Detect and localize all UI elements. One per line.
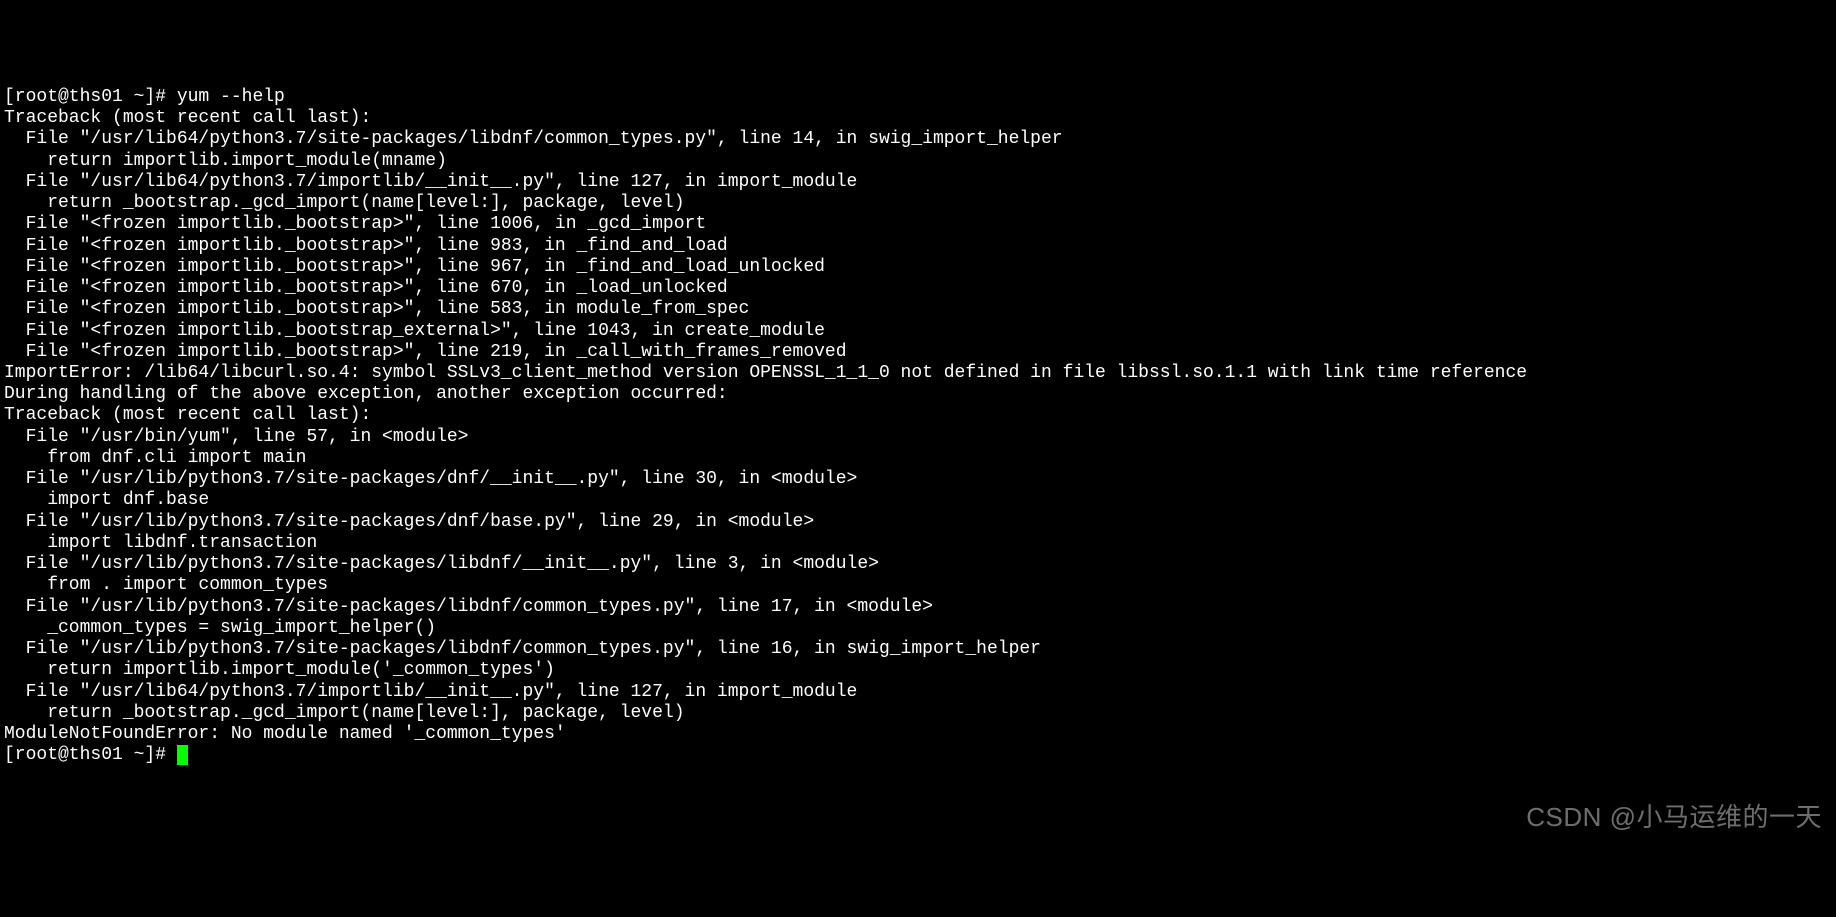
terminal-line: return importlib.import_module(mname) bbox=[4, 151, 1832, 172]
terminal-line: During handling of the above exception, … bbox=[4, 384, 1832, 405]
terminal-line: ImportError: /lib64/libcurl.so.4: symbol… bbox=[4, 363, 1832, 384]
terminal-line: return _bootstrap._gcd_import(name[level… bbox=[4, 703, 1832, 724]
terminal-line: return _bootstrap._gcd_import(name[level… bbox=[4, 193, 1832, 214]
terminal-line: File "<frozen importlib._bootstrap>", li… bbox=[4, 257, 1832, 278]
terminal-line: File "<frozen importlib._bootstrap>", li… bbox=[4, 299, 1832, 320]
terminal-line: File "<frozen importlib._bootstrap>", li… bbox=[4, 278, 1832, 299]
terminal-line: File "<frozen importlib._bootstrap>", li… bbox=[4, 214, 1832, 235]
terminal-line: File "/usr/lib/python3.7/site-packages/l… bbox=[4, 554, 1832, 575]
terminal-line: import dnf.base bbox=[4, 490, 1832, 511]
prompt-text: [root@ths01 ~]# bbox=[4, 745, 177, 765]
terminal-line: import libdnf.transaction bbox=[4, 533, 1832, 554]
terminal-line: ModuleNotFoundError: No module named '_c… bbox=[4, 724, 1832, 745]
terminal-line: [root@ths01 ~]# yum --help bbox=[4, 87, 1832, 108]
terminal-line: File "<frozen importlib._bootstrap>", li… bbox=[4, 236, 1832, 257]
watermark-text: CSDN @小马运维的一天 bbox=[1526, 802, 1822, 833]
terminal-line: File "/usr/lib64/python3.7/site-packages… bbox=[4, 129, 1832, 150]
terminal-line: File "/usr/lib/python3.7/site-packages/d… bbox=[4, 512, 1832, 533]
terminal-line: File "/usr/lib/python3.7/site-packages/l… bbox=[4, 597, 1832, 618]
terminal-line: File "/usr/lib/python3.7/site-packages/l… bbox=[4, 639, 1832, 660]
terminal-line: File "/usr/lib64/python3.7/importlib/__i… bbox=[4, 682, 1832, 703]
terminal-prompt[interactable]: [root@ths01 ~]# bbox=[4, 745, 1832, 766]
cursor-icon bbox=[177, 745, 188, 765]
terminal-output[interactable]: [root@ths01 ~]# yum --helpTraceback (mos… bbox=[4, 87, 1832, 767]
terminal-line: File "<frozen importlib._bootstrap>", li… bbox=[4, 342, 1832, 363]
terminal-line: from . import common_types bbox=[4, 575, 1832, 596]
terminal-line: File "/usr/bin/yum", line 57, in <module… bbox=[4, 427, 1832, 448]
terminal-line: File "/usr/lib/python3.7/site-packages/d… bbox=[4, 469, 1832, 490]
terminal-line: _common_types = swig_import_helper() bbox=[4, 618, 1832, 639]
terminal-line: File "/usr/lib64/python3.7/importlib/__i… bbox=[4, 172, 1832, 193]
terminal-line: Traceback (most recent call last): bbox=[4, 108, 1832, 129]
terminal-line: File "<frozen importlib._bootstrap_exter… bbox=[4, 321, 1832, 342]
terminal-line: return importlib.import_module('_common_… bbox=[4, 660, 1832, 681]
terminal-line: from dnf.cli import main bbox=[4, 448, 1832, 469]
terminal-line: Traceback (most recent call last): bbox=[4, 405, 1832, 426]
